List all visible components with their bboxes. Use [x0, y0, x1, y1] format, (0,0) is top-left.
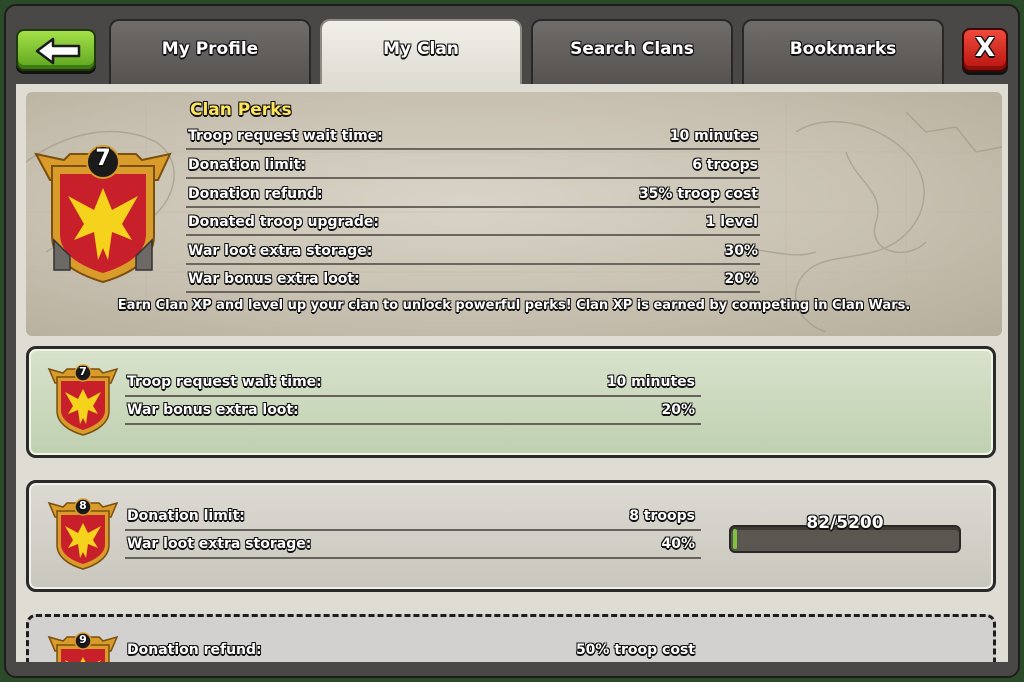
perk-label: War loot extra storage: — [127, 536, 312, 552]
close-icon: X — [974, 33, 996, 63]
perk-label: Donated troop upgrade: — [188, 214, 379, 230]
level-card-next: 8 Donation limit: 8 troops War loot extr… — [26, 480, 996, 592]
perk-label: Donation refund: — [188, 186, 323, 202]
perk-value: 10 minutes — [669, 128, 758, 144]
perk-row: Donation refund: 35% troop cost — [186, 184, 760, 208]
level-perk-row: Troop request wait time: 10 minutes — [125, 371, 701, 397]
tab-label: My Clan — [383, 39, 459, 59]
perk-row: Donation limit: 6 troops — [186, 155, 760, 179]
clan-perks-title: Clan Perks — [190, 100, 292, 120]
level-number: 8 — [79, 499, 87, 512]
perk-value: 10 minutes — [606, 374, 695, 390]
perk-label: War bonus extra loot: — [127, 402, 299, 418]
arrow-left-icon — [35, 37, 81, 65]
back-button[interactable] — [16, 29, 96, 71]
perk-value: 40% — [661, 536, 695, 552]
perk-label: Troop request wait time: — [188, 128, 383, 144]
perk-row: Donated troop upgrade: 1 level — [186, 212, 760, 236]
perk-value: 8 troops — [629, 508, 695, 524]
perk-label: War bonus extra loot: — [188, 271, 360, 287]
perk-value: 20% — [724, 271, 758, 287]
perk-label: Donation refund: — [127, 642, 262, 658]
clan-level-number: 7 — [95, 146, 111, 171]
tab-label: Search Clans — [570, 39, 694, 59]
level-number: 7 — [79, 365, 87, 378]
perk-row: War loot extra storage: 30% — [186, 241, 760, 265]
level-perk-row: Donation refund: 50% troop cost — [125, 639, 701, 662]
level-card-locked: 9 Donation refund: 50% troop cost — [26, 614, 996, 662]
perk-value: 50% troop cost — [575, 642, 695, 658]
perk-row: Troop request wait time: 10 minutes — [186, 126, 760, 150]
perk-value: 35% troop cost — [638, 186, 758, 202]
perk-value: 20% — [661, 402, 695, 418]
clan-badge-small: 8 — [45, 497, 121, 571]
tab-my-profile[interactable]: My Profile — [109, 19, 311, 85]
clan-badge-large: 7 — [30, 144, 176, 284]
perk-value: 1 level — [705, 214, 758, 230]
level-perk-row: War loot extra storage: 40% — [125, 533, 701, 559]
perk-label: Donation limit: — [188, 157, 306, 173]
perk-value: 6 troops — [692, 157, 758, 173]
clan-xp-info-text: Earn Clan XP and level up your clan to u… — [117, 298, 911, 313]
perk-row: War bonus extra loot: 20% — [186, 269, 760, 293]
tab-search-clans[interactable]: Search Clans — [531, 19, 733, 85]
close-button[interactable]: X — [962, 28, 1008, 72]
perk-label: Donation limit: — [127, 508, 245, 524]
clan-badge-small: 7 — [45, 363, 121, 437]
clan-perks-panel[interactable]: 7 Clan Perks Troop request wait time: 10… — [16, 84, 1008, 662]
level-perk-row: War bonus extra loot: 20% — [125, 399, 701, 425]
tab-label: My Profile — [161, 39, 259, 59]
tab-my-clan[interactable]: My Clan — [320, 19, 522, 85]
clan-badge-small: 9 — [45, 631, 121, 662]
clan-perks-summary: 7 Clan Perks Troop request wait time: 10… — [26, 92, 1002, 336]
clan-xp-progress-bar: 82/5200 — [729, 513, 961, 553]
progress-text: 82/5200 — [806, 513, 884, 533]
tab-bookmarks[interactable]: Bookmarks — [742, 19, 944, 85]
tab-bar: My Profile My Clan Search Clans Bookmark… — [4, 4, 1020, 85]
perk-label: Troop request wait time: — [127, 374, 322, 390]
perk-label: War loot extra storage: — [188, 243, 373, 259]
level-number: 9 — [79, 633, 87, 646]
perk-value: 30% — [724, 243, 758, 259]
level-perk-row: Donation limit: 8 troops — [125, 505, 701, 531]
level-card-current: 7 Troop request wait time: 10 minutes Wa… — [26, 346, 996, 458]
tab-label: Bookmarks — [789, 39, 897, 59]
